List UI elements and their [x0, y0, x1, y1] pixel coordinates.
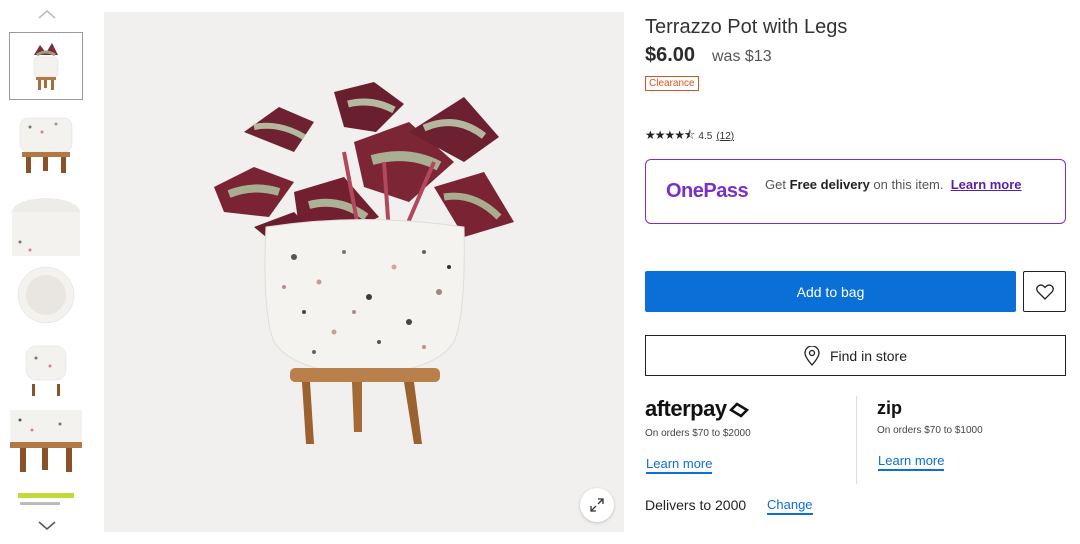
thumbnail-1[interactable] — [9, 32, 83, 100]
terrazzo-pot — [264, 219, 465, 375]
onepass-banner: OnePass Get Free delivery on this item. … — [645, 159, 1066, 224]
onepass-logo: OnePass — [666, 180, 749, 202]
zip-logo: zip — [877, 398, 902, 419]
divider — [856, 396, 857, 484]
thumbnail-6[interactable] — [10, 410, 82, 476]
thumbnail-strip — [9, 0, 84, 544]
rating-value: 4.5 — [698, 131, 713, 142]
thumbnail-2[interactable] — [10, 112, 82, 178]
product-price: $6.00 — [645, 44, 696, 66]
thumbnail-3[interactable] — [10, 192, 82, 258]
thumbnail-7[interactable] — [10, 490, 82, 514]
thumbnail-4[interactable] — [10, 262, 82, 328]
change-location-link[interactable]: Change — [767, 497, 813, 515]
afterpay-logo: afterpay — [645, 396, 751, 422]
review-count-link[interactable]: (12) — [716, 131, 734, 142]
add-to-bag-button[interactable]: Add to bag — [645, 271, 1016, 312]
expand-icon[interactable] — [580, 488, 614, 522]
wooden-stand — [290, 368, 440, 444]
star-rating-icon: ★★★★⯪ — [645, 128, 695, 142]
was-price: was $13 — [712, 48, 772, 65]
zip-logo-text: zip — [877, 398, 902, 418]
onepass-text: Get Free delivery on this item. Learn mo… — [765, 177, 1055, 193]
delivery-location: Delivers to 2000 — [645, 497, 747, 513]
product-title: Terrazzo Pot with Legs — [645, 16, 848, 38]
heart-icon — [1035, 283, 1054, 300]
chevron-up-icon[interactable] — [38, 8, 56, 20]
onepass-learn-more-link[interactable]: Learn more — [951, 177, 1022, 192]
zip-learn-more-link[interactable]: Learn more — [878, 453, 945, 471]
find-in-store-button[interactable]: Find in store — [645, 335, 1066, 376]
thumbnail-5[interactable] — [10, 338, 82, 404]
location-pin-icon — [804, 345, 820, 366]
afterpay-logo-text: afterpay — [645, 396, 727, 421]
afterpay-note: On orders $70 to $2000 — [645, 428, 751, 439]
onepass-text-suffix: on this item. — [869, 177, 944, 192]
afterpay-learn-more-link[interactable]: Learn more — [646, 456, 713, 474]
product-main-image[interactable] — [104, 12, 624, 532]
zip-note: On orders $70 to $1000 — [877, 425, 983, 436]
find-in-store-label: Find in store — [829, 347, 908, 364]
afterpay-arrows-icon — [728, 402, 749, 418]
clearance-badge: Clearance — [645, 76, 699, 91]
wishlist-button[interactable] — [1023, 271, 1066, 312]
onepass-text-bold: Free delivery — [789, 177, 870, 192]
rating-summary[interactable]: ★★★★⯪ 4.5 (12) — [645, 126, 734, 147]
chevron-down-icon[interactable] — [38, 520, 56, 532]
onepass-text-prefix: Get — [765, 177, 790, 192]
